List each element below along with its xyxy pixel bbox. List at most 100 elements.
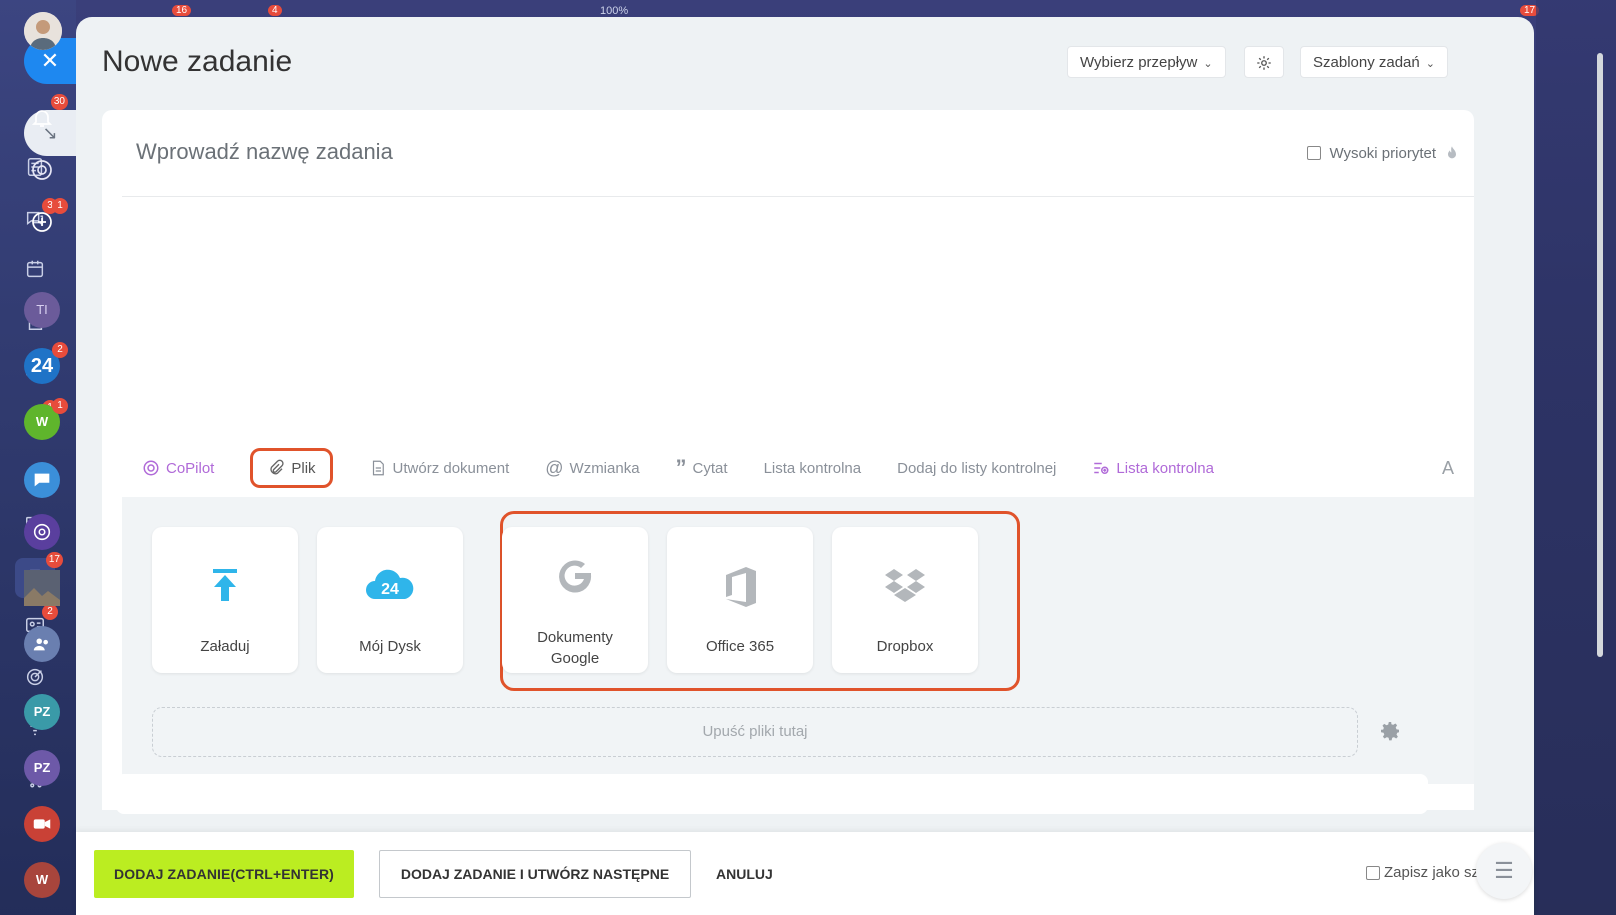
create-document-label: Utwórz dokument — [392, 459, 510, 477]
quote-icon: ” — [675, 455, 687, 480]
drop-zone[interactable]: Upuść pliki tutaj — [152, 707, 1358, 757]
chat-messages[interactable] — [24, 462, 60, 498]
upload-label: Załaduj — [200, 638, 250, 655]
checklist-add-icon — [1094, 462, 1109, 474]
office-icon — [726, 567, 756, 607]
google-docs-label-2: Google — [550, 650, 600, 667]
menu-button[interactable]: ☰ — [1476, 843, 1532, 899]
add-task-button[interactable]: DODAJ ZADANIE(CTRL+ENTER) — [94, 850, 354, 898]
copilot-label: CoPilot — [166, 459, 215, 477]
flow-select[interactable]: Wybierz przepływ ⌄ — [1067, 46, 1226, 78]
templates-select-label: Szablony zadań — [1313, 54, 1420, 71]
create-document-button[interactable]: Utwórz dokument — [369, 459, 510, 477]
bitrix24-chat[interactable]: 24 2 — [24, 342, 68, 384]
google-docs-tile[interactable]: Dokumenty Google — [502, 527, 648, 673]
close-icon: ✕ — [40, 48, 60, 73]
google-icon — [559, 560, 592, 593]
my-drive-label: Mój Dysk — [359, 638, 421, 655]
dropbox-label: Dropbox — [876, 638, 934, 655]
gear-icon — [1257, 56, 1271, 70]
templates-select[interactable]: Szablony zadań ⌄ — [1300, 46, 1448, 78]
chat-w-2[interactable]: W — [24, 862, 60, 898]
at-sign-icon: @ — [545, 457, 564, 478]
chat-copilot[interactable] — [24, 514, 60, 550]
quote-button[interactable]: ” Cytat — [676, 455, 728, 481]
chevron-down-icon: ⌄ — [1425, 58, 1435, 70]
add-and-create-next-button[interactable]: DODAJ ZADANIE I UTWÓRZ NASTĘPNE — [379, 850, 691, 898]
copilot-button[interactable]: CoPilot — [142, 459, 214, 477]
chat-photo[interactable] — [24, 570, 60, 606]
gear-icon[interactable] — [1378, 719, 1402, 743]
zoom-level: 100% — [600, 5, 629, 17]
notifications-button[interactable]: 30 — [24, 94, 68, 136]
sync-search-button[interactable]: 1 — [24, 198, 68, 240]
cancel-button[interactable]: ANULUJ — [716, 850, 773, 898]
group-icon — [33, 638, 48, 651]
b24-badge: 2 — [52, 342, 68, 358]
settings-button[interactable] — [1244, 46, 1284, 78]
checklist-button[interactable]: Lista kontrolna — [764, 460, 862, 477]
mention-label: Wzmianka — [569, 459, 640, 477]
chat-pz-2[interactable]: PZ — [24, 750, 60, 786]
file-label: Plik — [291, 459, 316, 477]
message-icon — [34, 473, 50, 487]
user-avatar[interactable] — [24, 12, 62, 50]
paperclip-icon — [270, 459, 284, 475]
add-to-checklist-button[interactable]: Dodaj do listy kontrolnej — [897, 460, 1056, 477]
add-to-checklist-label: Dodaj do listy kontrolnej — [897, 459, 1057, 477]
chat-pz-1[interactable]: PZ — [24, 694, 60, 730]
footer-bar: DODAJ ZADANIE(CTRL+ENTER) DODAJ ZADANIE … — [76, 832, 1534, 915]
page-title: Nowe zadanie — [102, 45, 293, 78]
dropbox-icon — [885, 569, 925, 602]
checklist-new-button[interactable]: Lista kontrolna — [1092, 459, 1214, 477]
task-fields-row — [116, 774, 1428, 814]
top-badge-1: 16 — [172, 5, 192, 16]
quote-label: Cytat — [692, 459, 728, 477]
scrollbar[interactable] — [1597, 53, 1603, 657]
office365-tile[interactable]: Office 365 — [667, 527, 813, 673]
font-format-button[interactable]: A — [1442, 458, 1454, 479]
video-call-button[interactable] — [24, 806, 60, 842]
office365-label: Office 365 — [705, 638, 775, 655]
landscape-icon — [24, 570, 60, 606]
sidebar-calendar[interactable] — [20, 254, 50, 284]
google-docs-label-1: Dokumenty — [537, 629, 613, 646]
search-sync-icon — [32, 212, 52, 232]
flow-select-label: Wybierz przepływ — [1080, 54, 1198, 71]
checklist-new-label: Lista kontrolna — [1116, 459, 1214, 477]
task-form-card: Wprowadź nazwę zadania Wysoki priorytet … — [102, 110, 1474, 810]
copilot-icon — [32, 160, 52, 180]
contacts-badge: 2 — [42, 604, 58, 620]
right-sidebar — [1536, 0, 1616, 915]
chat-group[interactable] — [24, 626, 60, 662]
task-slider-panel: Nowe zadanie Wybierz przepływ ⌄ Szablony … — [76, 17, 1603, 915]
flame-icon — [1448, 146, 1456, 159]
cloud-24-icon: 24 — [366, 569, 414, 599]
chevron-down-icon: ⌄ — [1203, 58, 1213, 70]
save-template-checkbox[interactable] — [1366, 865, 1380, 880]
sidebar-goals[interactable] — [20, 662, 50, 692]
target-icon — [26, 668, 44, 686]
file-button[interactable]: Plik — [250, 448, 333, 488]
copilot-icon — [33, 523, 51, 541]
dropbox-tile[interactable]: Dropbox — [832, 527, 978, 673]
top-badge-2: 4 — [268, 5, 282, 16]
bell-icon — [31, 110, 53, 127]
mention-button[interactable]: @ Wzmianka — [545, 458, 639, 479]
chat-ti[interactable]: TI — [24, 292, 60, 328]
copilot-icon — [143, 460, 159, 476]
my-drive-tile[interactable]: 24 Mój Dysk — [317, 527, 463, 673]
chat-w[interactable]: W 1 — [24, 398, 68, 440]
upload-arrow-icon — [213, 569, 237, 601]
high-priority-toggle[interactable]: Wysoki priorytet — [1307, 144, 1460, 162]
editor-toolbar: CoPilot Plik Utwórz dokument @ Wzmianka … — [142, 448, 1454, 488]
task-name-input[interactable]: Wprowadź nazwę zadania — [136, 139, 393, 165]
avatar-icon — [24, 12, 62, 50]
list-menu-icon: ☰ — [1494, 858, 1514, 883]
calendar-icon — [26, 260, 44, 278]
copilot-button[interactable] — [24, 152, 60, 188]
notifications-badge: 30 — [50, 94, 68, 110]
priority-checkbox[interactable] — [1307, 146, 1322, 160]
upload-tile[interactable]: Załaduj — [152, 527, 298, 673]
w-badge: 1 — [52, 398, 68, 414]
